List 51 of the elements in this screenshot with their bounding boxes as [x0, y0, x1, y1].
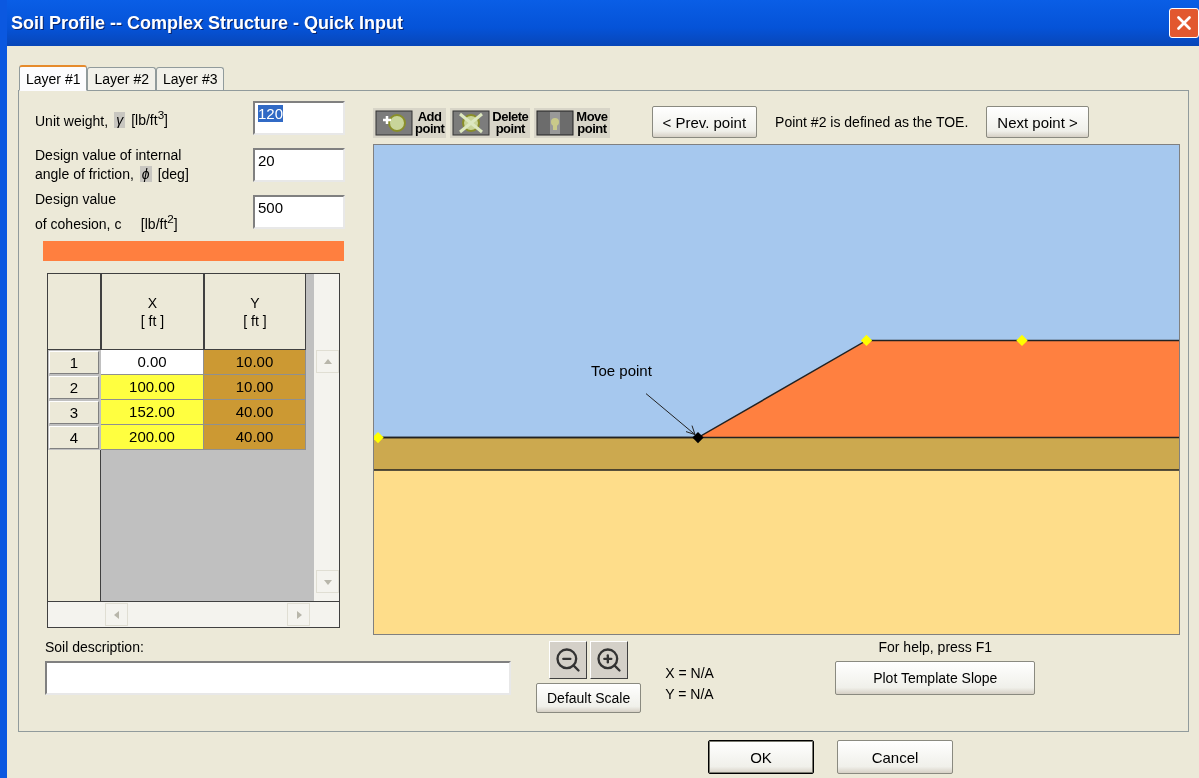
next-point-button[interactable]: Next point > [986, 106, 1089, 138]
toe-point-label: Toe point [591, 361, 652, 379]
toolbar-button[interactable]: Delete point [450, 108, 531, 138]
table-cell[interactable]: 0.00 [101, 350, 204, 375]
zoom-out-button[interactable] [549, 641, 588, 679]
prev-point-button[interactable]: < Prev. point [651, 106, 758, 138]
table-cell[interactable]: 40.00 [204, 400, 306, 425]
zoom-in-button[interactable] [590, 641, 629, 679]
field-label: Soil description: [45, 639, 145, 655]
column-header: X [ ft ] [101, 274, 204, 350]
table-cell[interactable]: 100.00 [101, 375, 204, 400]
input-field[interactable]: 120 [253, 101, 345, 135]
layer-tab[interactable]: Layer #1 [19, 65, 88, 91]
plot-template-slope-button[interactable]: Plot Template Slope [835, 661, 1036, 695]
status-text: Point #2 is defined as the TOE. [775, 114, 969, 130]
row-header[interactable]: 3 [49, 401, 99, 424]
delete-point-icon [452, 110, 491, 136]
field-label: Design value of cohesion, c [lb/ft$^{2}$] [35, 190, 179, 234]
input-field[interactable]: 20 [253, 148, 345, 182]
field-label: Unit weight, γ [lb/ft$^{3}$] [35, 107, 169, 131]
row-header[interactable]: 4 [49, 426, 99, 449]
table-cell[interactable]: 200.00 [101, 425, 204, 450]
column-header: Y [ ft ] [204, 274, 306, 350]
profile-point-marker[interactable] [1016, 334, 1028, 347]
default-scale-button[interactable]: Default Scale [536, 683, 642, 713]
move-point-icon [536, 110, 575, 136]
toolbar-button[interactable]: Move point [534, 108, 610, 138]
add-point-icon [375, 110, 413, 136]
coordinate-readout: X = N/A [665, 664, 715, 683]
toe-point-marker[interactable] [692, 431, 704, 444]
row-header[interactable]: 1 [49, 351, 99, 374]
toolbar-button[interactable]: Add point [373, 108, 447, 138]
coordinate-readout: Y = N/A [665, 685, 715, 704]
field-label: Design value of internal angle of friction, ϕ [deg] [35, 146, 190, 184]
description-field[interactable] [45, 661, 511, 695]
dialog-button[interactable]: Cancel [837, 740, 953, 774]
dialog-button[interactable]: OK [708, 740, 814, 774]
layer-tab[interactable]: Layer #2 [87, 67, 156, 90]
leader-arrow [645, 393, 696, 436]
table-cell[interactable]: 10.00 [204, 375, 306, 400]
layer-tab[interactable]: Layer #3 [155, 67, 225, 90]
window-title: Soil Profile -- Complex Structure - Quick Input [11, 12, 404, 34]
slope-canvas[interactable]: Toe point [373, 144, 1180, 635]
profile-point-marker[interactable] [374, 431, 384, 444]
row-header[interactable]: 2 [49, 376, 99, 399]
table-cell[interactable]: 152.00 [101, 400, 204, 425]
table-cell[interactable]: 40.00 [204, 425, 306, 450]
input-field[interactable]: 500 [253, 195, 345, 229]
help-text: For help, press F1 [878, 639, 993, 655]
table-cell[interactable]: 10.00 [204, 350, 306, 375]
profile-point-marker[interactable] [860, 334, 873, 347]
